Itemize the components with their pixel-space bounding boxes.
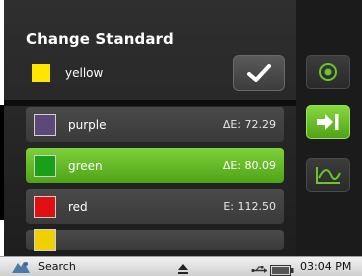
standard-list-item[interactable] (26, 229, 284, 251)
delta-e-value: ΔE: 80.09 (222, 159, 276, 172)
standard-list-item[interactable]: purple ΔE: 72.29 (26, 107, 284, 142)
delta-e-value: ΔE: 72.29 (222, 118, 276, 131)
standards-list: purple ΔE: 72.29 green ΔE: 80.09 red E: 112.5… (26, 107, 284, 256)
current-color-swatch (32, 64, 50, 82)
taskbar: Search 03:04 PM (0, 256, 362, 276)
color-swatch (34, 195, 56, 218)
device-screen: Change Standard yellow purple ΔE: 72.29 gr… (0, 0, 362, 276)
color-swatch (34, 113, 56, 136)
color-swatch (34, 229, 56, 251)
usb-icon (251, 261, 269, 276)
next-button[interactable] (306, 105, 350, 139)
side-toolbar (296, 0, 362, 256)
standard-list-item[interactable]: green ΔE: 80.09 (26, 148, 284, 183)
page-title: Change Standard (26, 30, 174, 48)
clock: 03:04 PM (300, 260, 352, 273)
standard-label: red (68, 199, 88, 214)
standard-label: purple (68, 117, 107, 132)
eject-icon[interactable] (177, 260, 189, 276)
target-icon (319, 63, 337, 81)
graph-button[interactable] (306, 158, 350, 192)
color-swatch (34, 154, 56, 177)
battery-icon (270, 261, 294, 276)
change-standard-panel: Change Standard yellow purple ΔE: 72.29 gr… (4, 0, 296, 256)
search-label[interactable]: Search (38, 260, 76, 273)
search-icon[interactable] (10, 259, 32, 275)
divider (4, 100, 296, 106)
current-standard-label: yellow (65, 66, 104, 80)
standard-label: green (68, 158, 103, 173)
current-standard: yellow (32, 60, 182, 86)
delta-e-value: E: 112.50 (223, 200, 276, 213)
confirm-button[interactable] (233, 55, 285, 91)
graph-icon (316, 167, 341, 184)
target-button[interactable] (306, 55, 350, 89)
checkmark-icon (247, 64, 271, 82)
arrow-right-bar-icon (317, 114, 339, 130)
standard-list-item[interactable]: red E: 112.50 (26, 189, 284, 224)
